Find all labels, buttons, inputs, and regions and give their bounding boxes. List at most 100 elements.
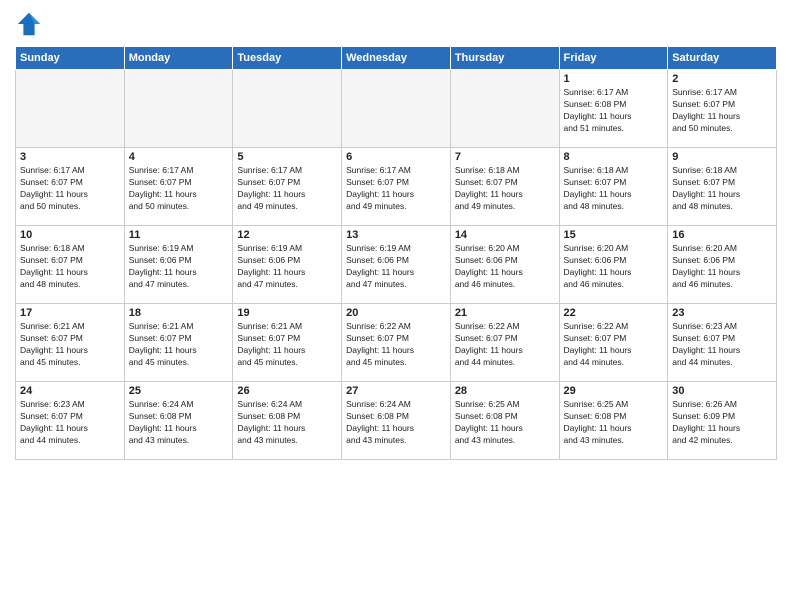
day-number: 11: [129, 229, 229, 241]
day-number: 28: [455, 385, 555, 397]
day-number: 16: [672, 229, 772, 241]
day-cell: [342, 70, 451, 148]
day-info: Sunrise: 6:17 AM Sunset: 6:08 PM Dayligh…: [564, 87, 664, 135]
weekday-header-sunday: Sunday: [16, 47, 125, 70]
day-cell: 12 Sunrise: 6:19 AM Sunset: 6:06 PM Dayli…: [233, 226, 342, 304]
weekday-header-saturday: Saturday: [668, 47, 777, 70]
day-cell: 8 Sunrise: 6:18 AM Sunset: 6:07 PM Daylig…: [559, 148, 668, 226]
day-number: 20: [346, 307, 446, 319]
day-number: 13: [346, 229, 446, 241]
day-cell: [124, 70, 233, 148]
day-info: Sunrise: 6:24 AM Sunset: 6:08 PM Dayligh…: [237, 399, 337, 447]
week-row-1: 1Sunrise: 6:17 AM Sunset: 6:08 PM Daylig…: [16, 70, 777, 148]
day-number: 2: [672, 73, 772, 85]
day-info: Sunrise: 6:18 AM Sunset: 6:07 PM Dayligh…: [455, 165, 555, 213]
week-row-5: 24Sunrise: 6:23 AM Sunset: 6:07 PM Dayli…: [16, 382, 777, 460]
day-info: Sunrise: 6:18 AM Sunset: 6:07 PM Dayligh…: [564, 165, 664, 213]
day-cell: 3 Sunrise: 6:17 AM Sunset: 6:07 PM Daylig…: [16, 148, 125, 226]
day-info: Sunrise: 6:19 AM Sunset: 6:06 PM Dayligh…: [129, 243, 229, 291]
day-cell: 24Sunrise: 6:23 AM Sunset: 6:07 PM Dayli…: [16, 382, 125, 460]
day-info: Sunrise: 6:24 AM Sunset: 6:08 PM Dayligh…: [129, 399, 229, 447]
day-cell: 13 Sunrise: 6:19 AM Sunset: 6:06 PM Dayli…: [342, 226, 451, 304]
day-info: Sunrise: 6:21 AM Sunset: 6:07 PM Dayligh…: [20, 321, 120, 369]
day-number: 25: [129, 385, 229, 397]
day-info: Sunrise: 6:24 AM Sunset: 6:08 PM Dayligh…: [346, 399, 446, 447]
day-number: 15: [564, 229, 664, 241]
day-number: 9: [672, 151, 772, 163]
day-info: Sunrise: 6:20 AM Sunset: 6:06 PM Dayligh…: [564, 243, 664, 291]
day-cell: [233, 70, 342, 148]
day-info: Sunrise: 6:22 AM Sunset: 6:07 PM Dayligh…: [346, 321, 446, 369]
day-number: 22: [564, 307, 664, 319]
day-info: Sunrise: 6:17 AM Sunset: 6:07 PM Dayligh…: [129, 165, 229, 213]
weekday-header-tuesday: Tuesday: [233, 47, 342, 70]
day-cell: 22 Sunrise: 6:22 AM Sunset: 6:07 PM Dayli…: [559, 304, 668, 382]
weekday-header-row: SundayMondayTuesdayWednesdayThursdayFrid…: [16, 47, 777, 70]
day-cell: 11 Sunrise: 6:19 AM Sunset: 6:06 PM Dayli…: [124, 226, 233, 304]
day-number: 12: [237, 229, 337, 241]
day-info: Sunrise: 6:17 AM Sunset: 6:07 PM Dayligh…: [20, 165, 120, 213]
day-cell: 19Sunrise: 6:21 AM Sunset: 6:07 PM Dayli…: [233, 304, 342, 382]
day-cell: [16, 70, 125, 148]
day-number: 23: [672, 307, 772, 319]
day-cell: [450, 70, 559, 148]
day-info: Sunrise: 6:22 AM Sunset: 6:07 PM Dayligh…: [564, 321, 664, 369]
day-cell: 1Sunrise: 6:17 AM Sunset: 6:08 PM Daylig…: [559, 70, 668, 148]
day-number: 4: [129, 151, 229, 163]
day-info: Sunrise: 6:23 AM Sunset: 6:07 PM Dayligh…: [672, 321, 772, 369]
day-number: 17: [20, 307, 120, 319]
day-info: Sunrise: 6:17 AM Sunset: 6:07 PM Dayligh…: [237, 165, 337, 213]
day-number: 24: [20, 385, 120, 397]
day-number: 14: [455, 229, 555, 241]
page: SundayMondayTuesdayWednesdayThursdayFrid…: [0, 0, 792, 612]
day-cell: 6 Sunrise: 6:17 AM Sunset: 6:07 PM Daylig…: [342, 148, 451, 226]
day-cell: 16 Sunrise: 6:20 AM Sunset: 6:06 PM Dayli…: [668, 226, 777, 304]
day-info: Sunrise: 6:20 AM Sunset: 6:06 PM Dayligh…: [672, 243, 772, 291]
day-info: Sunrise: 6:19 AM Sunset: 6:06 PM Dayligh…: [346, 243, 446, 291]
day-info: Sunrise: 6:18 AM Sunset: 6:07 PM Dayligh…: [20, 243, 120, 291]
day-number: 10: [20, 229, 120, 241]
day-cell: 20 Sunrise: 6:22 AM Sunset: 6:07 PM Dayli…: [342, 304, 451, 382]
day-number: 29: [564, 385, 664, 397]
day-cell: 5 Sunrise: 6:17 AM Sunset: 6:07 PM Daylig…: [233, 148, 342, 226]
day-cell: 4 Sunrise: 6:17 AM Sunset: 6:07 PM Daylig…: [124, 148, 233, 226]
day-info: Sunrise: 6:20 AM Sunset: 6:06 PM Dayligh…: [455, 243, 555, 291]
header: [15, 10, 777, 38]
day-cell: 29 Sunrise: 6:25 AM Sunset: 6:08 PM Dayli…: [559, 382, 668, 460]
day-cell: 18Sunrise: 6:21 AM Sunset: 6:07 PM Dayli…: [124, 304, 233, 382]
day-cell: 27 Sunrise: 6:24 AM Sunset: 6:08 PM Dayli…: [342, 382, 451, 460]
week-row-3: 10 Sunrise: 6:18 AM Sunset: 6:07 PM Dayli…: [16, 226, 777, 304]
day-cell: 26 Sunrise: 6:24 AM Sunset: 6:08 PM Dayli…: [233, 382, 342, 460]
day-number: 8: [564, 151, 664, 163]
day-info: Sunrise: 6:25 AM Sunset: 6:08 PM Dayligh…: [455, 399, 555, 447]
day-cell: 7Sunrise: 6:18 AM Sunset: 6:07 PM Daylig…: [450, 148, 559, 226]
weekday-header-thursday: Thursday: [450, 47, 559, 70]
weekday-header-wednesday: Wednesday: [342, 47, 451, 70]
day-number: 3: [20, 151, 120, 163]
day-info: Sunrise: 6:17 AM Sunset: 6:07 PM Dayligh…: [346, 165, 446, 213]
day-info: Sunrise: 6:26 AM Sunset: 6:09 PM Dayligh…: [672, 399, 772, 447]
day-info: Sunrise: 6:17 AM Sunset: 6:07 PM Dayligh…: [672, 87, 772, 135]
day-number: 6: [346, 151, 446, 163]
day-number: 21: [455, 307, 555, 319]
day-number: 18: [129, 307, 229, 319]
day-number: 26: [237, 385, 337, 397]
weekday-header-monday: Monday: [124, 47, 233, 70]
day-number: 5: [237, 151, 337, 163]
week-row-2: 3 Sunrise: 6:17 AM Sunset: 6:07 PM Daylig…: [16, 148, 777, 226]
logo-icon: [15, 10, 43, 38]
day-info: Sunrise: 6:22 AM Sunset: 6:07 PM Dayligh…: [455, 321, 555, 369]
day-number: 27: [346, 385, 446, 397]
day-info: Sunrise: 6:25 AM Sunset: 6:08 PM Dayligh…: [564, 399, 664, 447]
day-info: Sunrise: 6:19 AM Sunset: 6:06 PM Dayligh…: [237, 243, 337, 291]
day-number: 30: [672, 385, 772, 397]
day-cell: 10 Sunrise: 6:18 AM Sunset: 6:07 PM Dayli…: [16, 226, 125, 304]
calendar-table: SundayMondayTuesdayWednesdayThursdayFrid…: [15, 46, 777, 460]
week-row-4: 17 Sunrise: 6:21 AM Sunset: 6:07 PM Dayli…: [16, 304, 777, 382]
day-cell: 17 Sunrise: 6:21 AM Sunset: 6:07 PM Dayli…: [16, 304, 125, 382]
day-cell: 30 Sunrise: 6:26 AM Sunset: 6:09 PM Dayli…: [668, 382, 777, 460]
day-cell: 21 Sunrise: 6:22 AM Sunset: 6:07 PM Dayli…: [450, 304, 559, 382]
day-cell: 25 Sunrise: 6:24 AM Sunset: 6:08 PM Dayli…: [124, 382, 233, 460]
day-info: Sunrise: 6:18 AM Sunset: 6:07 PM Dayligh…: [672, 165, 772, 213]
weekday-header-friday: Friday: [559, 47, 668, 70]
